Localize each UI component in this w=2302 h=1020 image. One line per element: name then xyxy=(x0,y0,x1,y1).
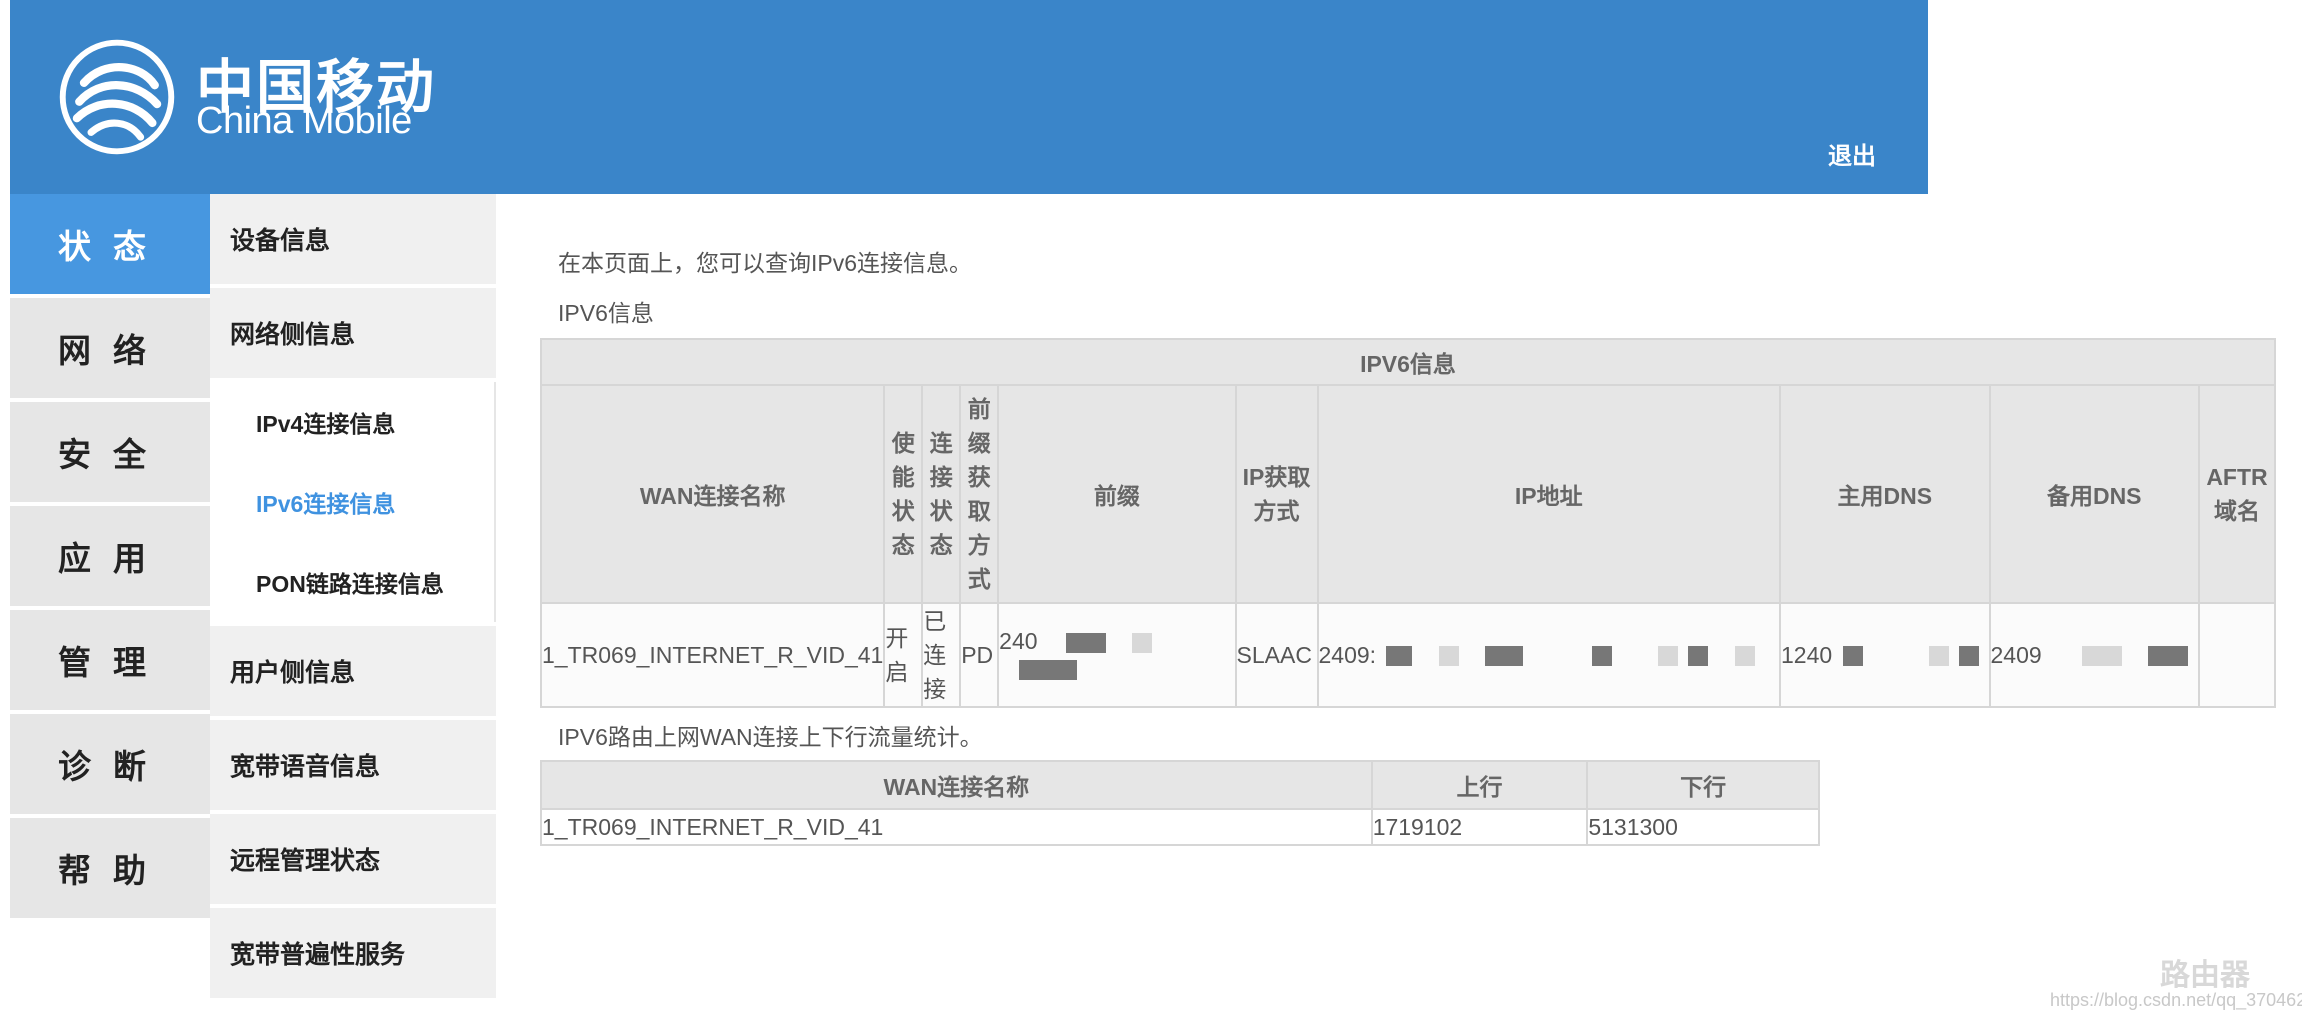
cell-primary-dns: 1240 xyxy=(1779,602,1991,708)
redacted-block xyxy=(1438,646,1459,667)
cell-download: 5131300 xyxy=(1586,808,1820,846)
col-primary-dns: 主用DNS xyxy=(1779,384,1991,604)
redacted-block xyxy=(1959,646,1980,667)
watermark-logo: 路由器 xyxy=(2160,959,2250,992)
table-caption: IPV6信息 xyxy=(540,338,2276,386)
submenu-network-side[interactable]: 网络侧信息 xyxy=(210,288,496,378)
redacted-block xyxy=(1019,659,1078,680)
redacted-block xyxy=(1658,646,1679,667)
nav-item-management[interactable]: 管理 xyxy=(10,610,210,710)
ipv6-info-table: IPV6信息 WAN连接名称 使能状态 连接状态 前缀获取方式 前缀 IP获取方… xyxy=(539,338,2277,708)
redacted-block xyxy=(1734,646,1755,667)
col-wan-name: WAN连接名称 xyxy=(539,384,886,604)
redacted-block xyxy=(1132,632,1153,653)
col-aftr: AFTR域名 xyxy=(2197,384,2277,604)
cell-prefix-method: PD xyxy=(959,602,1000,708)
table-row: 1_TR069_INTERNET_R_VID_41 开启 已连接 PD 240 … xyxy=(539,602,2277,708)
submenu-device-info[interactable]: 设备信息 xyxy=(210,194,496,284)
col-download: 下行 xyxy=(1586,760,1820,810)
cell-ip-method: SLAAC xyxy=(1234,602,1319,708)
status-submenu: 设备信息 网络侧信息 IPv4连接信息 IPv6连接信息 PON链路连接信息 用… xyxy=(210,194,496,1002)
section-title-ipv6: IPV6信息 xyxy=(558,300,654,326)
logout-link[interactable]: 退出 xyxy=(1828,136,1876,171)
submenu-ipv4-info[interactable]: IPv4连接信息 xyxy=(230,382,494,462)
section-title-traffic: IPV6路由上网WAN连接上下行流量统计。 xyxy=(558,724,983,750)
submenu-ipv6-info[interactable]: IPv6连接信息 xyxy=(230,462,494,542)
col-prefix: 前缀 xyxy=(997,384,1237,604)
redacted-block xyxy=(1065,632,1106,653)
ip-text: 2409: xyxy=(1318,641,1377,668)
watermark-url: https://blog.csdn.net/qq_37046291 xyxy=(2050,990,2302,1010)
nav-item-help[interactable]: 帮助 xyxy=(10,818,210,918)
cell-ip-address: 2409: xyxy=(1316,602,1782,708)
table-row: 1_TR069_INTERNET_R_VID_41 1719102 513130… xyxy=(540,808,1820,846)
cell-aftr xyxy=(2197,602,2277,708)
col-secondary-dns: 备用DNS xyxy=(1988,384,2200,604)
dns2-text: 2409 xyxy=(1990,641,2042,668)
redacted-block xyxy=(1688,646,1709,667)
nav-item-application[interactable]: 应用 xyxy=(10,506,210,606)
col-upload: 上行 xyxy=(1370,760,1589,810)
dns1-text: 1240 xyxy=(1781,641,1833,668)
cell-secondary-dns: 2409 xyxy=(1988,602,2200,708)
redacted-block xyxy=(2082,646,2123,667)
col-ip-address: IP地址 xyxy=(1316,384,1782,604)
col-conn-status: 连接状态 xyxy=(921,384,962,604)
china-mobile-logo: 中国移动 China Mobile xyxy=(58,30,448,160)
main-nav: 状态 网络 安全 应用 管理 诊断 帮助 xyxy=(10,194,210,922)
cell-wan-name: 1_TR069_INTERNET_R_VID_41 xyxy=(540,808,1373,846)
redacted-block xyxy=(1591,646,1612,667)
traffic-stats-table: WAN连接名称 上行 下行 1_TR069_INTERNET_R_VID_41 … xyxy=(540,760,1820,846)
redacted-block xyxy=(2148,646,2189,667)
cell-enable: 开启 xyxy=(883,602,924,708)
submenu-remote-mgmt[interactable]: 远程管理状态 xyxy=(210,814,496,904)
col-ip-method: IP获取方式 xyxy=(1234,384,1319,604)
nav-item-status[interactable]: 状态 xyxy=(10,194,210,294)
china-mobile-logo-icon xyxy=(59,39,175,155)
cell-wan-name: 1_TR069_INTERNET_R_VID_41 xyxy=(539,602,886,708)
submenu-broadband-voice[interactable]: 宽带语音信息 xyxy=(210,720,496,810)
nav-item-security[interactable]: 安全 xyxy=(10,402,210,502)
col-prefix-method: 前缀获取方式 xyxy=(959,384,1000,604)
col-wan-name: WAN连接名称 xyxy=(540,760,1373,810)
header-bar: 中国移动 China Mobile 退出 xyxy=(10,0,1928,194)
brand-name-en: China Mobile xyxy=(196,100,412,142)
col-enable: 使能状态 xyxy=(883,384,924,604)
cell-prefix: 240 xyxy=(997,602,1237,708)
redacted-block xyxy=(1842,646,1863,667)
network-side-children: IPv4连接信息 IPv6连接信息 PON链路连接信息 xyxy=(230,382,496,622)
cell-conn: 已连接 xyxy=(921,602,962,708)
redacted-block xyxy=(1928,646,1949,667)
submenu-user-side[interactable]: 用户侧信息 xyxy=(210,626,496,716)
redacted-block xyxy=(1386,646,1413,667)
prefix-text: 240 xyxy=(999,628,1038,654)
cell-upload: 1719102 xyxy=(1370,808,1589,846)
submenu-pon-info[interactable]: PON链路连接信息 xyxy=(230,542,494,622)
page-intro: 在本页面上，您可以查询IPv6连接信息。 xyxy=(558,250,973,276)
submenu-universal-service[interactable]: 宽带普遍性服务 xyxy=(210,908,496,998)
redacted-block xyxy=(1485,646,1524,667)
nav-item-network[interactable]: 网络 xyxy=(10,298,210,398)
nav-item-diagnosis[interactable]: 诊断 xyxy=(10,714,210,814)
